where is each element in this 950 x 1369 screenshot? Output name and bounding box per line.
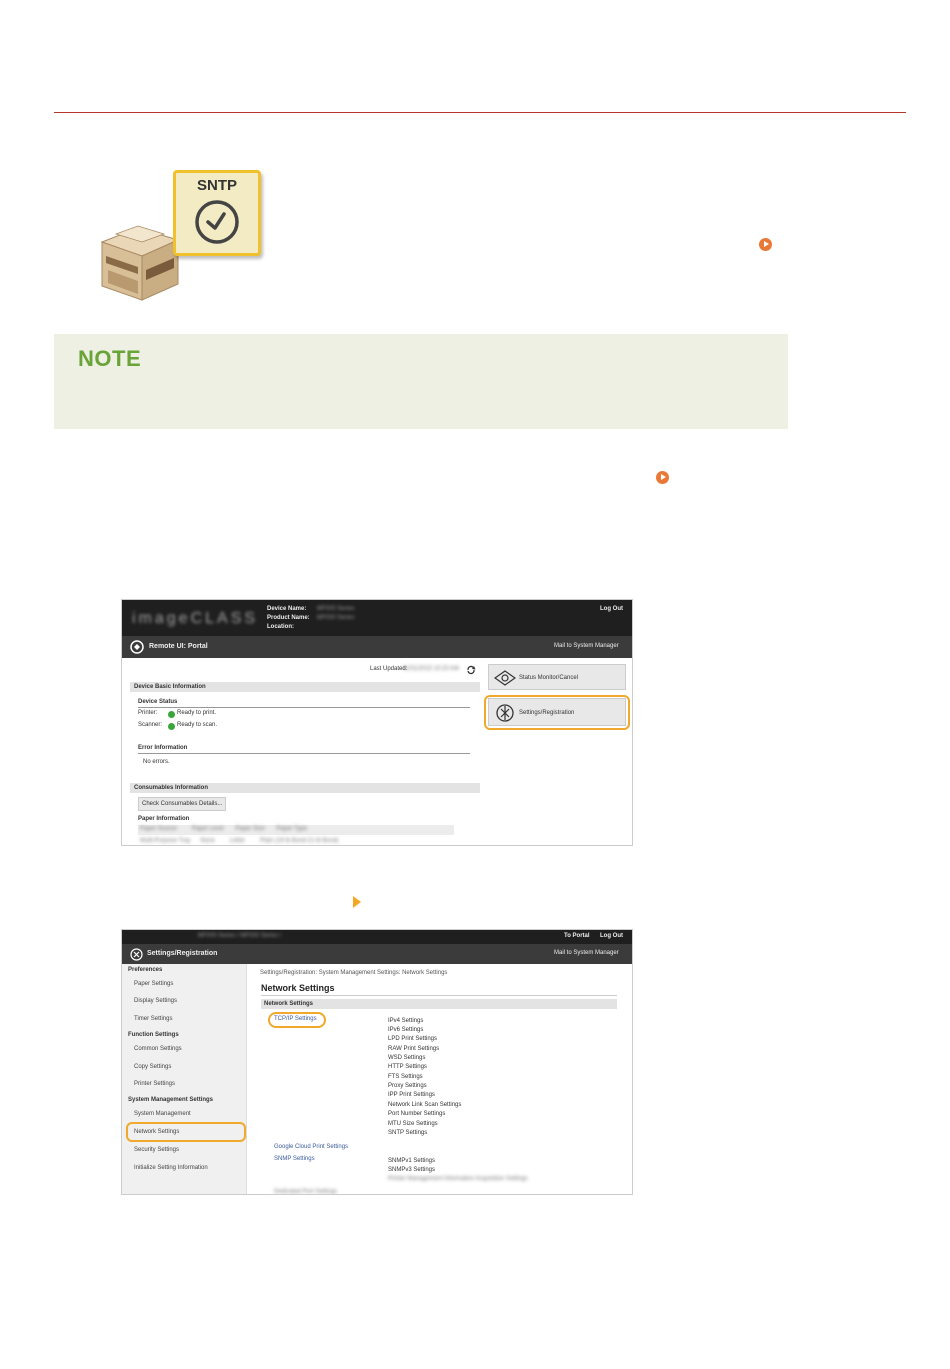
to-portal-link[interactable]: To Portal	[564, 933, 590, 939]
sidebar-item-common-settings[interactable]: Common Settings	[134, 1046, 182, 1052]
device-name-value: MF000 Series / MF000 Series /	[198, 933, 282, 939]
network-settings-section-title: Network Settings	[264, 1001, 314, 1007]
status-monitor-label: Status Monitor/Cancel	[519, 675, 579, 681]
product-name-label: Product Name:	[267, 615, 310, 621]
sidebar-item-system-management[interactable]: System Management	[134, 1111, 191, 1117]
scanner-status: Ready to scan.	[177, 722, 218, 728]
divider	[138, 707, 470, 708]
tcpip-item: Network Link Scan Settings	[388, 1102, 462, 1108]
paper-table-row: Multi-Purpose Tray None Letter Plain (16…	[140, 838, 339, 844]
sntp-badge: SNTP	[173, 170, 261, 256]
scanner-ready-icon	[168, 723, 175, 730]
printer-icon	[100, 225, 180, 301]
page-title: Network Settings	[261, 983, 335, 993]
product-logo: imageCLASS	[132, 610, 259, 627]
tcpip-item: LPD Print Settings	[388, 1036, 438, 1042]
reference-link-icon[interactable]	[759, 238, 772, 251]
logout-link[interactable]: Log Out	[600, 933, 623, 939]
paper-info-title: Paper Information	[138, 816, 190, 822]
snmp-item: SNMPv3 Settings	[388, 1167, 436, 1173]
mail-to-manager-link[interactable]: Mail to System Manager	[554, 950, 619, 956]
portal-logo-icon	[130, 640, 144, 654]
consumables-info-title: Consumables Information	[134, 785, 209, 791]
mail-to-manager-link[interactable]: Mail to System Manager	[554, 643, 619, 649]
product-name-value: MF000 Series	[317, 615, 355, 621]
tcpip-item: WSD Settings	[388, 1055, 426, 1061]
snmp-item: SNMPv1 Settings	[388, 1158, 436, 1164]
location-label: Location:	[267, 624, 294, 630]
sidebar-item-paper-settings[interactable]: Paper Settings	[134, 981, 173, 987]
status-monitor-icon	[494, 670, 516, 686]
tcpip-highlight	[268, 1012, 326, 1028]
sidebar-item-timer-settings[interactable]: Timer Settings	[134, 1016, 172, 1022]
settings-title-bar: Settings/Registration Mail to System Man…	[122, 944, 632, 964]
tcpip-item: MTU Size Settings	[388, 1121, 438, 1127]
device-status-title: Device Status	[138, 699, 178, 705]
portal-top-bar: imageCLASS Device Name: Product Name: Lo…	[122, 600, 632, 636]
last-updated-value: 01/01/2015 10:20 AM	[402, 666, 460, 672]
sidebar-item-security-settings[interactable]: Security Settings	[134, 1147, 179, 1153]
paper-table-row: Paper Source Paper Level Paper Size Pape…	[140, 826, 307, 832]
tcpip-item: RAW Print Settings	[388, 1046, 440, 1052]
sntp-badge-label: SNTP	[196, 177, 237, 194]
clock-icon	[195, 200, 239, 244]
divider	[261, 995, 617, 996]
tcpip-item: IPv4 Settings	[388, 1018, 424, 1024]
status-monitor-button[interactable]: Status Monitor/Cancel	[488, 664, 626, 690]
sidebar-item-display-settings[interactable]: Display Settings	[134, 998, 177, 1004]
check-consumables-button[interactable]: Check Consumables Details...	[138, 797, 227, 811]
portal-title-bar: Remote UI: Portal Mail to System Manager	[122, 636, 632, 658]
printer-label: Printer:	[138, 710, 158, 716]
tcpip-item: HTTP Settings	[388, 1064, 427, 1070]
portal-screenshot: imageCLASS Device Name: Product Name: Lo…	[121, 599, 633, 846]
settings-title: Settings/Registration	[147, 950, 218, 957]
network-settings-highlight	[126, 1122, 246, 1142]
breadcrumb: Settings/Registration: System Management…	[260, 970, 448, 976]
logout-link[interactable]: Log Out	[600, 606, 623, 612]
device-name-label: Device Name:	[267, 606, 307, 612]
refresh-icon[interactable]	[466, 665, 476, 675]
google-cloud-print-link[interactable]: Google Cloud Print Settings	[274, 1144, 348, 1150]
tcpip-item: SNTP Settings	[388, 1130, 428, 1136]
device-basic-info-title: Device Basic Information	[134, 684, 206, 690]
tcpip-item: IPv6 Settings	[388, 1027, 424, 1033]
sidebar-item-initialize[interactable]: Initialize Setting Information	[134, 1165, 208, 1171]
tcpip-item: IPP Print Settings	[388, 1092, 435, 1098]
printer-status: Ready to print.	[177, 710, 217, 716]
note-box: NOTE	[54, 334, 788, 429]
tcpip-item: Proxy Settings	[388, 1083, 427, 1089]
error-info-title: Error Information	[138, 745, 188, 751]
sidebar-heading-function: Function Settings	[128, 1032, 179, 1038]
snmp-settings-link[interactable]: SNMP Settings	[274, 1156, 315, 1162]
settings-screenshot: MF000 Series / MF000 Series / To Portal …	[121, 929, 633, 1195]
printer-ready-icon	[168, 711, 175, 718]
portal-title: Remote UI: Portal	[149, 643, 208, 650]
dedicated-port-link[interactable]: Dedicated Port Settings	[274, 1189, 337, 1194]
scanner-label: Scanner:	[138, 722, 163, 728]
sidebar-heading-preferences: Preferences	[128, 967, 163, 973]
device-name-value: MF000 Series	[317, 606, 355, 612]
settings-highlight	[484, 695, 630, 730]
sidebar-item-printer-settings[interactable]: Printer Settings	[134, 1081, 175, 1087]
divider	[138, 753, 470, 754]
network-settings-section-header	[261, 999, 617, 1009]
reference-link-icon[interactable]	[656, 471, 669, 484]
tcpip-item: Port Number Settings	[388, 1111, 446, 1117]
sidebar-heading-system: System Management Settings	[128, 1097, 214, 1103]
snmp-item: Printer Management Information Acquisiti…	[388, 1176, 528, 1182]
no-errors-text: No errors.	[143, 759, 170, 765]
header-rule	[54, 112, 906, 113]
step-arrow-icon	[353, 896, 361, 908]
tcpip-item: FTS Settings	[388, 1074, 423, 1080]
settings-icon	[130, 948, 143, 961]
sidebar-item-copy-settings[interactable]: Copy Settings	[134, 1064, 171, 1070]
settings-top-bar: MF000 Series / MF000 Series / To Portal …	[122, 930, 632, 944]
note-title: NOTE	[78, 346, 142, 371]
